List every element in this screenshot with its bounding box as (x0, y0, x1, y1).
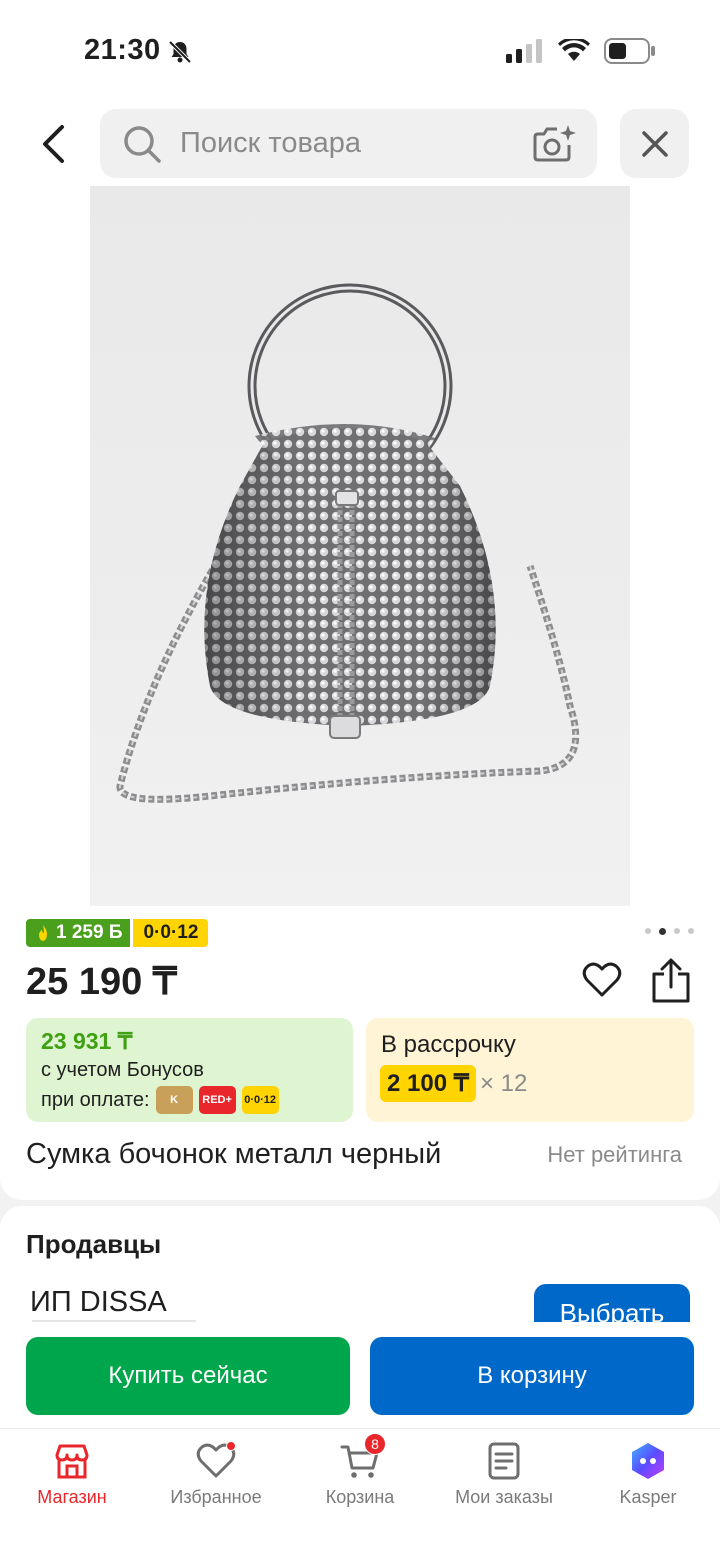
bonus-price-box[interactable]: 23 931 ₸ с учетом Бонусов при оплате: K … (26, 1018, 353, 1122)
bottom-navigation: Магазин Избранное 8 Корзина Мои заказы K… (0, 1428, 720, 1564)
product-page: 21:30 Поиск товара 1 259 Б 0·0·12 25 190… (0, 0, 720, 1564)
pay-label: при оплате: (41, 1088, 150, 1111)
nav-item-shop[interactable]: Магазин (0, 1429, 144, 1529)
installment-badge: 0·0·12 (133, 919, 209, 947)
nav-label-cart: Корзина (325, 1487, 395, 1507)
pagination-dot (688, 928, 694, 934)
sellers-title: Продавцы (26, 1229, 162, 1259)
favorite-heart-icon[interactable] (582, 960, 622, 1000)
purchase-action-bar: Купить сейчас В корзину (0, 1322, 720, 1432)
bag-illustration (116, 283, 580, 803)
product-image[interactable] (90, 186, 630, 906)
nav-item-kasper[interactable]: Kasper (576, 1429, 720, 1529)
wifi-icon (558, 39, 590, 61)
nav-icon-wrap (196, 1441, 236, 1481)
seller-name[interactable]: ИП DISSA (30, 1286, 167, 1319)
search-header (0, 100, 720, 186)
installment-months: × 12 (480, 1069, 528, 1097)
product-card: 1 259 Б 0·0·12 25 190 ₸ 23 931 ₸ с учето… (0, 186, 720, 1200)
product-price: 25 190 ₸ (26, 961, 177, 1003)
pagination-dot (645, 928, 651, 934)
nav-label-shop: Магазин (37, 1487, 107, 1507)
shop-icon (55, 1444, 89, 1479)
bonus-note: с учетом Бонусов (41, 1059, 204, 1081)
installment-title: В рассрочку (381, 1031, 516, 1058)
camera-search-icon[interactable] (531, 123, 577, 165)
close-button[interactable] (620, 109, 689, 178)
search-icon (124, 126, 161, 163)
promo-badges: 1 259 Б 0·0·12 (26, 919, 209, 947)
nav-icon-wrap: 8 (340, 1433, 386, 1481)
installment-logo: 0·0·12 (241, 1086, 279, 1114)
installment-amount: 2 100 ₸ (380, 1065, 476, 1102)
signal-icon (506, 39, 542, 63)
back-button[interactable] (30, 118, 78, 170)
nav-label-favorites: Избранное (170, 1487, 262, 1507)
nav-item-orders[interactable]: Мои заказы (432, 1429, 576, 1529)
cart-count-badge: 8 (364, 1433, 386, 1455)
favorites-indicator-dot (226, 1441, 236, 1451)
share-icon[interactable] (650, 958, 692, 1004)
close-icon (641, 130, 668, 157)
pagination-dot (674, 928, 680, 934)
kasper-icon (632, 1443, 664, 1479)
installment-row: 2 100 ₸ × 12 (380, 1065, 527, 1102)
fire-icon (39, 925, 47, 941)
add-to-cart-button[interactable]: В корзину (370, 1337, 694, 1415)
kaspi-red-logo: RED+ (198, 1086, 236, 1114)
payment-methods: при оплате: K RED+ 0·0·12 (41, 1086, 279, 1114)
kaspi-gold-logo: K (155, 1086, 193, 1114)
search-box[interactable] (100, 109, 597, 178)
nav-label-orders: Мои заказы (455, 1487, 553, 1507)
image-pagination (645, 927, 694, 935)
nav-item-favorites[interactable]: Избранное (144, 1429, 288, 1529)
nav-item-cart[interactable]: 8 Корзина (288, 1429, 432, 1529)
bell-muted-icon (168, 40, 192, 64)
bonus-badge-text: 1 259 Б (56, 922, 123, 943)
nav-label-kasper: Kasper (619, 1487, 677, 1507)
product-rating[interactable]: Нет рейтинга (547, 1142, 682, 1168)
buy-now-button[interactable]: Купить сейчас (26, 1337, 350, 1415)
bonus-price: 23 931 ₸ (41, 1028, 133, 1054)
battery-icon (604, 38, 655, 64)
orders-icon (488, 1442, 520, 1480)
status-time: 21:30 (84, 34, 161, 66)
bonus-badge: 1 259 Б (26, 919, 131, 947)
installment-box[interactable]: В рассрочку 2 100 ₸ × 12 (366, 1018, 694, 1122)
status-bar: 21:30 (0, 0, 720, 100)
pagination-dot-active (659, 927, 666, 935)
product-title: Сумка бочонок металл черный (26, 1138, 442, 1170)
search-input[interactable] (180, 109, 520, 178)
chevron-left-icon (43, 125, 64, 163)
